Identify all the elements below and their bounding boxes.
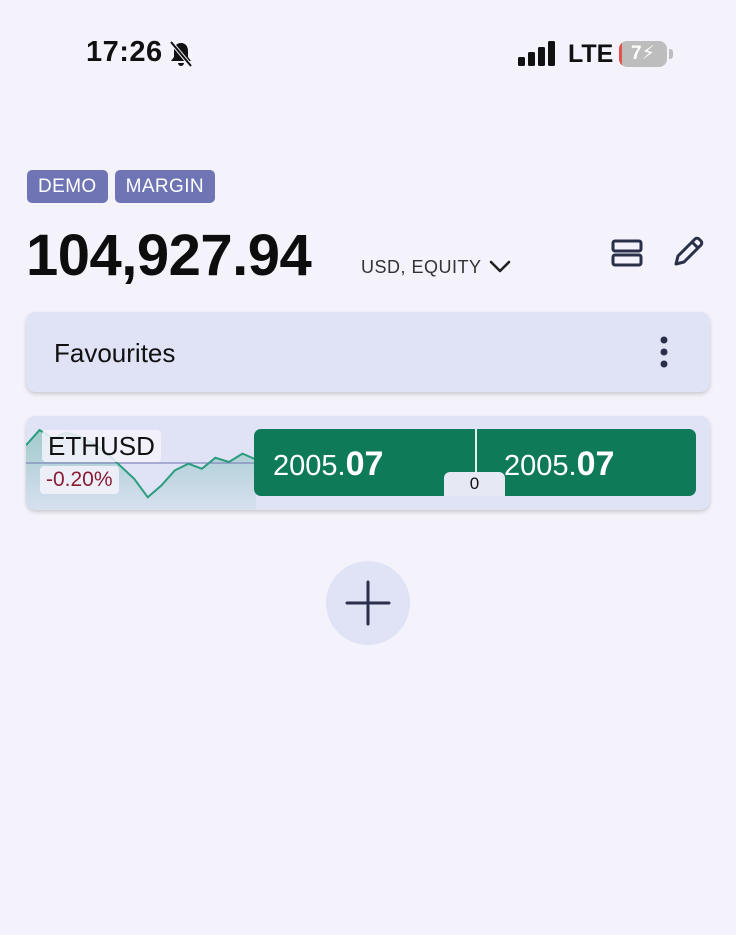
sell-price-button[interactable]: 2005.07 <box>273 445 383 484</box>
network-label: LTE <box>568 40 614 68</box>
spread-value: 0 <box>444 472 505 496</box>
chevron-down-icon[interactable] <box>488 256 512 278</box>
demo-badge: DEMO <box>27 170 108 203</box>
account-balance: 104,927.94 <box>26 223 312 288</box>
more-vertical-icon[interactable] <box>650 332 678 372</box>
screen: 17:26 LTE 7⚡ DEMO MARGIN 104,927.94 USD,… <box>0 0 736 935</box>
instrument-card-ethusd[interactable]: ETHUSD -0.20% 2005.07 2005.07 0 <box>26 416 710 510</box>
battery-level: 7 <box>631 43 642 64</box>
edit-pencil-icon[interactable] <box>668 232 708 272</box>
instrument-symbol: ETHUSD <box>42 430 161 462</box>
battery-charging-icon: 7⚡ <box>619 41 675 67</box>
instrument-change: -0.20% <box>40 466 119 494</box>
add-instrument-button[interactable] <box>326 561 410 645</box>
bell-muted-icon <box>169 40 193 68</box>
buy-price-main: 2005. <box>504 450 577 482</box>
sell-price-pips: 07 <box>345 445 384 483</box>
plus-icon <box>345 580 391 626</box>
view-layout-icon[interactable] <box>608 236 646 270</box>
buy-price-button[interactable]: 2005.07 <box>504 445 614 484</box>
sell-price-main: 2005. <box>273 450 346 482</box>
price-box: 2005.07 2005.07 0 <box>254 429 696 496</box>
balance-unit-selector[interactable]: USD, EQUITY <box>361 257 482 278</box>
favourites-bar[interactable]: Favourites <box>26 312 710 392</box>
favourites-title: Favourites <box>54 338 176 368</box>
status-time: 17:26 <box>86 36 163 68</box>
account-badges: DEMO MARGIN <box>27 170 216 203</box>
signal-icon <box>518 41 555 66</box>
buy-price-pips: 07 <box>576 445 615 483</box>
margin-badge: MARGIN <box>114 170 216 203</box>
